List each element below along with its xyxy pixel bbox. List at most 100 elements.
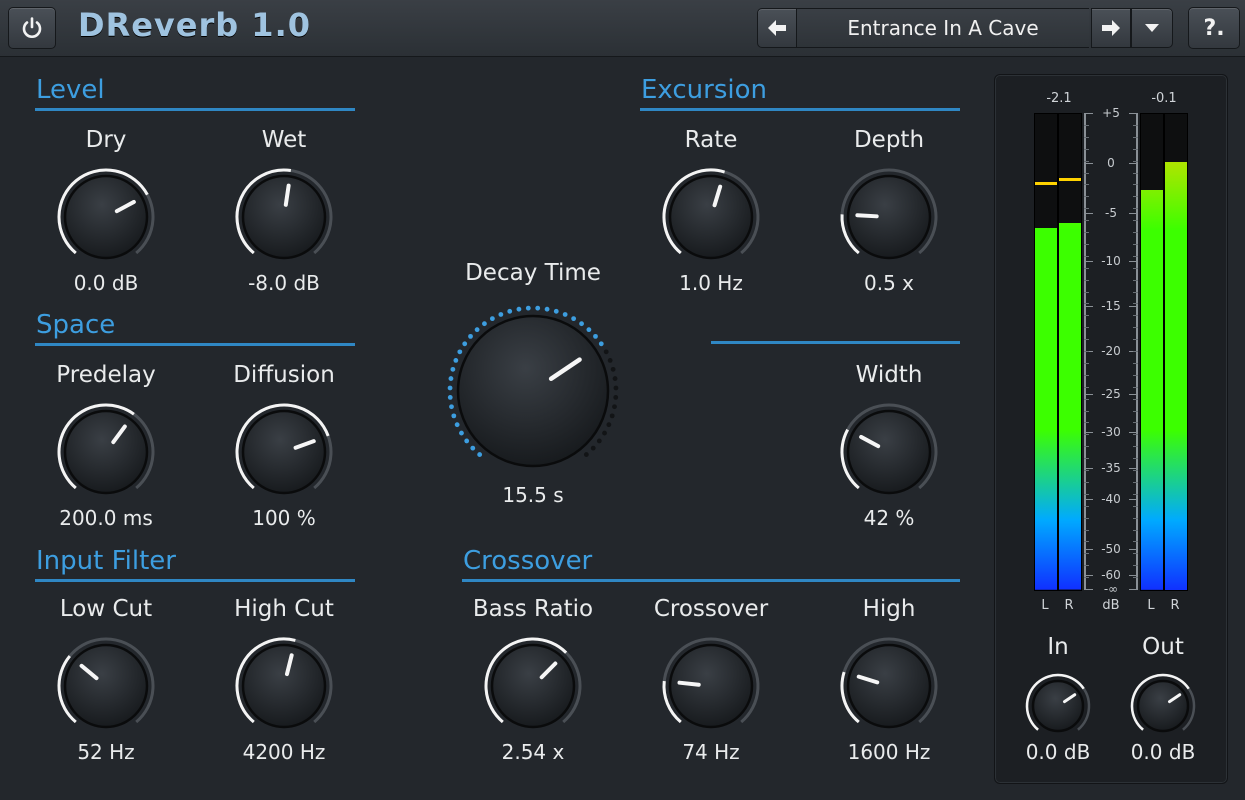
meter-scale-minor-tick bbox=[1133, 470, 1138, 471]
meter-scale-minor-tick bbox=[1084, 505, 1089, 507]
meter-scale-minor-tick bbox=[1084, 398, 1089, 400]
decay-dot bbox=[474, 327, 480, 333]
meter-scale-minor-tick bbox=[1084, 327, 1089, 329]
predelay-value: 200.0 ms bbox=[59, 506, 153, 530]
meter-scale-tick bbox=[1084, 393, 1093, 395]
high-cut-knob[interactable] bbox=[230, 632, 338, 740]
preset-name-display[interactable]: Entrance In A Cave bbox=[797, 8, 1089, 48]
knob-body bbox=[668, 643, 754, 729]
decay-dot bbox=[593, 333, 598, 339]
dry-knob[interactable] bbox=[52, 163, 160, 271]
decay-dot bbox=[606, 422, 612, 428]
depth-knob[interactable] bbox=[835, 163, 943, 271]
meter-scale-minor-tick bbox=[1084, 220, 1089, 222]
decay-dot bbox=[612, 376, 618, 381]
meter-scale-minor-tick bbox=[1084, 208, 1089, 210]
low-cut-knob[interactable] bbox=[52, 632, 160, 740]
rate-label: Rate bbox=[684, 127, 738, 153]
meter-scale-tick bbox=[1084, 162, 1093, 164]
meter-scale-minor-tick bbox=[1084, 148, 1089, 150]
meter-scale-minor-tick bbox=[1084, 184, 1089, 186]
meter-scale-minor-tick bbox=[1084, 541, 1089, 543]
wet-knob[interactable] bbox=[230, 163, 338, 271]
meter-scale-minor-tick bbox=[1133, 505, 1138, 507]
meter-scale-minor-tick bbox=[1084, 279, 1089, 281]
knob-body bbox=[63, 409, 149, 495]
decay-dot bbox=[470, 445, 476, 451]
meter-scale-minor-tick bbox=[1084, 315, 1089, 317]
meter-scale-minor-tick bbox=[1133, 315, 1138, 317]
rate-knob[interactable] bbox=[657, 163, 765, 271]
decay-time-knob[interactable] bbox=[441, 299, 625, 483]
knob-body bbox=[1136, 679, 1190, 733]
meter-fill bbox=[1141, 190, 1163, 590]
width-knob[interactable] bbox=[835, 398, 943, 506]
out-value: 0.0 dB bbox=[1130, 740, 1196, 764]
meter-scale-tick bbox=[1084, 305, 1093, 307]
knob-body bbox=[241, 643, 327, 729]
decay-dot bbox=[498, 312, 504, 317]
in-peak-readout: -2.1 bbox=[1046, 91, 1072, 106]
meter-scale-minor-tick bbox=[1084, 422, 1089, 424]
decay-dot bbox=[450, 366, 456, 372]
meter-scale-minor-tick bbox=[1084, 481, 1089, 483]
preset-menu-button[interactable] bbox=[1131, 8, 1173, 48]
meter-scale-minor-tick bbox=[1133, 267, 1138, 269]
meter-scale-minor-tick bbox=[1133, 410, 1138, 412]
bass-ratio-knob[interactable] bbox=[479, 632, 587, 740]
low-cut-value: 52 Hz bbox=[77, 740, 135, 764]
meter-out-r bbox=[1164, 113, 1188, 591]
high-cut-value: 4200 Hz bbox=[242, 740, 326, 764]
diffusion-value: 100 % bbox=[252, 506, 316, 530]
preset-prev-button[interactable] bbox=[757, 8, 797, 48]
meter-scale-minor-tick bbox=[1084, 577, 1089, 579]
meter-scale-minor-tick bbox=[1133, 517, 1138, 519]
high-cut-label: High Cut bbox=[234, 596, 334, 622]
meter-scale-minor-tick bbox=[1084, 434, 1089, 436]
out-knob[interactable] bbox=[1129, 672, 1197, 740]
meter-scale-minor-tick bbox=[1133, 362, 1138, 364]
meter-peak-hold bbox=[1035, 182, 1057, 186]
knob-pointer bbox=[677, 680, 701, 687]
power-icon bbox=[22, 17, 42, 38]
crossover-knob[interactable] bbox=[657, 632, 765, 740]
width-label: Width bbox=[855, 362, 923, 388]
depth-value: 0.5 x bbox=[864, 271, 914, 295]
help-button[interactable]: ?. bbox=[1188, 7, 1240, 49]
decay-dot bbox=[516, 306, 522, 312]
diffusion-knob[interactable] bbox=[230, 398, 338, 506]
meter-scale-minor-tick bbox=[1133, 172, 1138, 174]
knob-pointer bbox=[283, 183, 291, 207]
meter-scale-minor-tick bbox=[1133, 434, 1138, 436]
chevron-down-icon bbox=[1145, 24, 1159, 32]
meter-scale-minor-tick bbox=[1133, 148, 1138, 150]
meter-scale-tick bbox=[1129, 260, 1138, 262]
decay-dot bbox=[447, 385, 453, 391]
meter-scale-minor-tick bbox=[1133, 541, 1138, 543]
width-value: 42 % bbox=[863, 506, 915, 530]
meter-scale-minor-tick bbox=[1084, 267, 1089, 269]
decay-dot bbox=[535, 305, 541, 311]
high-value: 1600 Hz bbox=[847, 740, 931, 764]
power-button[interactable] bbox=[8, 7, 56, 49]
meter-scale-minor-tick bbox=[1133, 160, 1138, 162]
decay-dot bbox=[602, 430, 607, 436]
crossover-label: Crossover bbox=[653, 596, 769, 622]
bass-ratio-label: Bass Ratio bbox=[472, 596, 594, 622]
meter-scale-minor-tick bbox=[1133, 422, 1138, 424]
meter-scale-minor-tick bbox=[1084, 196, 1089, 198]
knob-body bbox=[846, 409, 932, 495]
preset-next-button[interactable] bbox=[1091, 8, 1131, 48]
predelay-knob[interactable] bbox=[52, 398, 160, 506]
high-knob[interactable] bbox=[835, 632, 943, 740]
rate-value: 1.0 Hz bbox=[679, 271, 743, 295]
decay-dot bbox=[603, 349, 609, 355]
section-level-rule bbox=[35, 108, 355, 111]
decay-dot bbox=[462, 341, 468, 347]
meter-scale-minor-tick bbox=[1133, 553, 1138, 555]
meter-scale-tick bbox=[1129, 212, 1138, 214]
decay-dot bbox=[448, 376, 454, 381]
meter-scale-minor-tick bbox=[1133, 124, 1138, 126]
in-knob[interactable] bbox=[1024, 672, 1092, 740]
meter-scale-minor-tick bbox=[1084, 565, 1089, 567]
